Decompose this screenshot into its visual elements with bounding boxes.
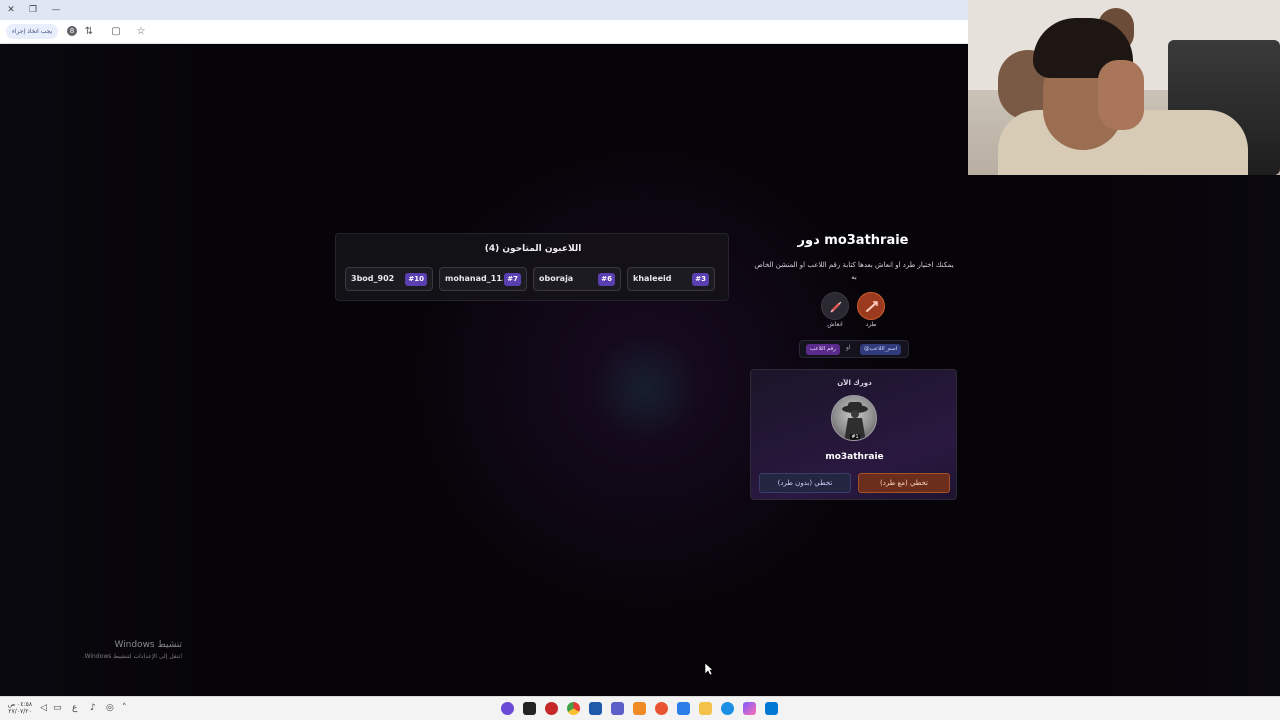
input-language[interactable]: ع (72, 703, 77, 713)
player-card[interactable]: oboraja #6 (533, 267, 621, 291)
screen: ✕ ❐ — يجب اتخاذ إجراء 8 ⇅ ▢ ☆ اللاعبون ا… (0, 0, 1280, 720)
action-required-pill[interactable]: يجب اتخاذ إجراء (6, 24, 59, 39)
close-window-icon[interactable]: ✕ (4, 3, 18, 17)
illustrator-app-icon[interactable] (633, 702, 646, 715)
player-number-badge: #6 (598, 273, 615, 286)
your-turn-label: دورك الآن (837, 379, 872, 387)
or-label: او (846, 344, 851, 351)
player-card[interactable]: khaleeid #3 (627, 267, 715, 291)
sidepanel-icon[interactable]: ▢ (109, 25, 123, 39)
webcam-overlay (968, 0, 1280, 175)
recorder-app-icon[interactable] (545, 702, 558, 715)
discord-app-icon[interactable] (677, 702, 690, 715)
current-player-name: mo3athraie (825, 452, 884, 462)
edge-app-icon[interactable] (721, 702, 734, 715)
player-card[interactable]: 3bod_902 #10 (345, 267, 433, 291)
turn-description: يمكنك اختيار طرد او انعاش بعدها كتابة رق… (754, 261, 954, 281)
windows-start-icon[interactable] (765, 702, 778, 715)
revive-syringe-icon (830, 301, 842, 313)
player-name: oboraja (539, 274, 574, 283)
clock-date: ٢٧/٠٧/٢٠ (8, 708, 32, 715)
available-players-panel: اللاعبون المتاحون (4) 3bod_902 #10 mohan… (335, 233, 729, 301)
skip-without-kick-button[interactable]: تخطي (بدون طرد) (759, 473, 851, 493)
kick-action-label: طرد (865, 321, 877, 328)
current-turn-card: دورك الآن #1 mo3athraie تخطي (بدون طرد) … (750, 369, 957, 500)
clock[interactable]: ٠٤:٥٨ ص ٢٧/٠٧/٢٠ (6, 701, 34, 715)
firefox-app-icon[interactable] (655, 702, 668, 715)
restore-window-icon[interactable]: ❐ (26, 3, 40, 17)
mic-icon[interactable]: ♪ (90, 703, 96, 713)
background-sidebar-shadow (0, 44, 220, 696)
windows-activation-hint: انتقل إلى الإعدادات لتنشيط Windows. (82, 653, 182, 660)
tray-expand-icon[interactable]: ˄ (122, 703, 127, 713)
revive-action-label: انعاش (827, 321, 843, 328)
player-number-badge: #3 (692, 273, 709, 286)
skip-with-kick-button[interactable]: تخطي (مع طرد) (858, 473, 950, 493)
player-name: khaleeid (633, 274, 672, 283)
minimize-window-icon[interactable]: — (49, 3, 63, 17)
turn-title: دور mo3athraie (797, 233, 909, 248)
capcut-app-icon[interactable] (523, 702, 536, 715)
kick-action-button[interactable] (857, 292, 885, 320)
player-number-badge: #7 (504, 273, 521, 286)
revive-action-button[interactable] (821, 292, 849, 320)
avatar-number-badge: #1 (850, 434, 860, 440)
player-name: 3bod_902 (351, 274, 395, 283)
network-icon[interactable]: ▭ (53, 703, 62, 713)
windows-activation-title: تنشيط Windows (114, 640, 182, 650)
browser-titlebar: ✕ ❐ — (0, 0, 968, 20)
location-icon[interactable]: ◎ (106, 703, 114, 713)
target-hint-row: رقم اللاعب او @اسم_اللاعب (799, 340, 909, 358)
clock-time: ٠٤:٥٨ ص (7, 701, 33, 708)
windows-taskbar: ٠٤:٥٨ ص ٢٧/٠٧/٢٠ ◁ ▭ ع ♪ ◎ ˄ (0, 696, 1280, 720)
avatar: #1 (831, 395, 877, 441)
player-card[interactable]: mohanad_11... #7 (439, 267, 527, 291)
store-app-icon[interactable] (589, 702, 602, 715)
available-players-title: اللاعبون المتاحون (4) (484, 244, 582, 254)
messenger-app-icon[interactable] (501, 702, 514, 715)
profile-badge[interactable]: 8 (67, 26, 77, 36)
file-explorer-app-icon[interactable] (699, 702, 712, 715)
player-number-badge: #10 (405, 273, 427, 286)
copilot-app-icon[interactable] (743, 702, 756, 715)
kick-icon (866, 301, 878, 312)
player-mention-chip: @اسم_اللاعب (860, 344, 902, 355)
background-center-glow (590, 334, 700, 444)
player-number-chip: رقم اللاعب (806, 344, 840, 355)
extensions-icon[interactable]: ⇅ (82, 25, 96, 39)
browser-toolbar: يجب اتخاذ إجراء 8 ⇅ ▢ ☆ (0, 20, 968, 44)
player-name: mohanad_11... (445, 274, 503, 283)
chrome-app-icon[interactable] (567, 702, 580, 715)
teams-app-icon[interactable] (611, 702, 624, 715)
bookmark-star-icon[interactable]: ☆ (134, 25, 148, 39)
webcam-person-hand (1098, 60, 1144, 130)
speaker-icon[interactable]: ◁ (40, 703, 47, 713)
